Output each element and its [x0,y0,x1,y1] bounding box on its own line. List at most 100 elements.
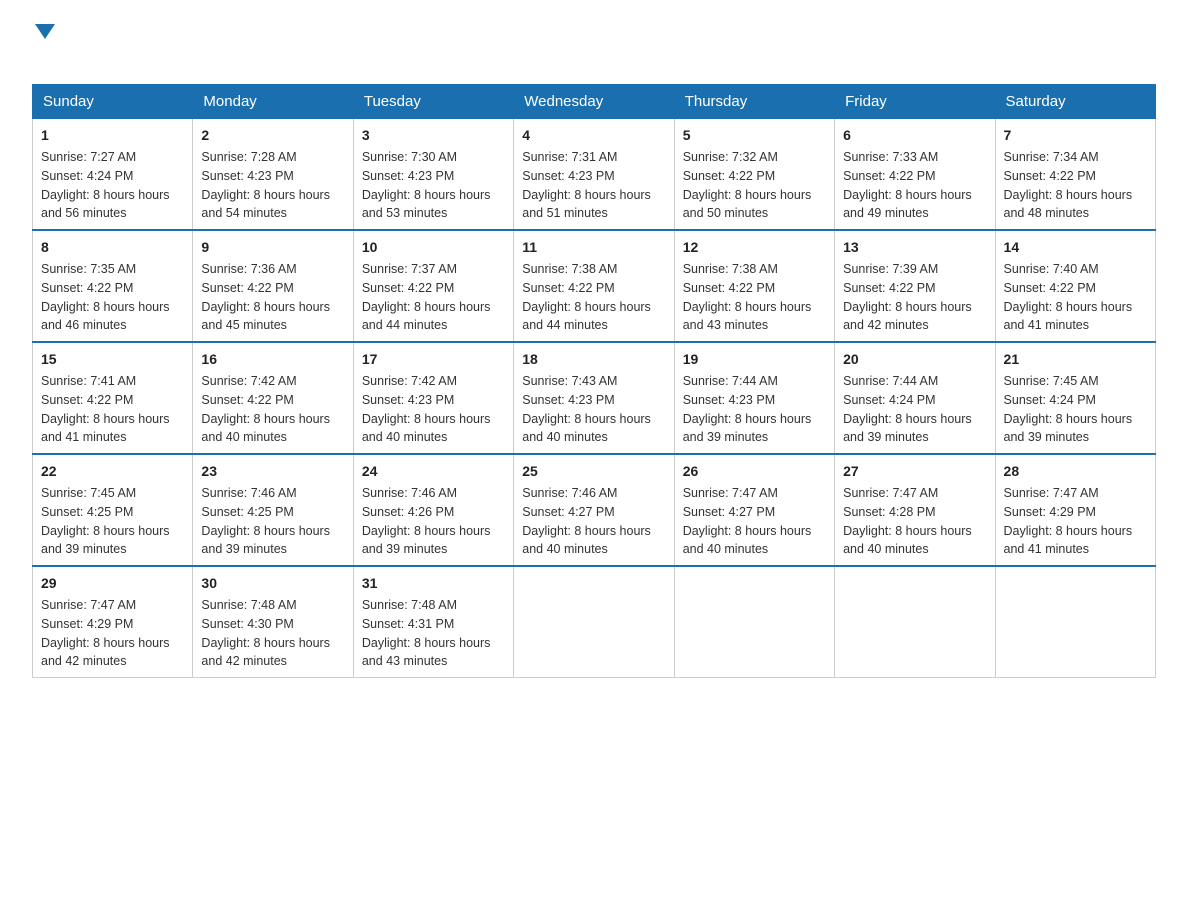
calendar-day-cell: 25Sunrise: 7:46 AMSunset: 4:27 PMDayligh… [514,454,674,566]
sunset-text: Sunset: 4:23 PM [522,393,614,407]
weekday-header-thursday: Thursday [674,85,834,119]
day-number: 8 [41,237,184,258]
sunrise-text: Sunrise: 7:37 AM [362,262,457,276]
sunset-text: Sunset: 4:22 PM [843,169,935,183]
sunrise-text: Sunrise: 7:41 AM [41,374,136,388]
page-header [32,24,1156,68]
weekday-header-friday: Friday [835,85,995,119]
day-number: 24 [362,461,505,482]
daylight-minutes-text: and 40 minutes [522,430,607,444]
day-number: 3 [362,125,505,146]
calendar-day-cell: 29Sunrise: 7:47 AMSunset: 4:29 PMDayligh… [33,566,193,678]
sunrise-text: Sunrise: 7:39 AM [843,262,938,276]
day-number: 15 [41,349,184,370]
sunset-text: Sunset: 4:22 PM [41,393,133,407]
day-number: 18 [522,349,665,370]
daylight-minutes-text: and 53 minutes [362,206,447,220]
daylight-minutes-text: and 56 minutes [41,206,126,220]
sunrise-text: Sunrise: 7:48 AM [362,598,457,612]
day-number: 25 [522,461,665,482]
empty-cell [995,566,1155,678]
sunrise-text: Sunrise: 7:47 AM [843,486,938,500]
logo [32,24,55,68]
daylight-text: Daylight: 8 hours hours [201,300,330,314]
calendar-day-cell: 24Sunrise: 7:46 AMSunset: 4:26 PMDayligh… [353,454,513,566]
calendar-day-cell: 21Sunrise: 7:45 AMSunset: 4:24 PMDayligh… [995,342,1155,454]
daylight-minutes-text: and 39 minutes [843,430,928,444]
sunrise-text: Sunrise: 7:47 AM [683,486,778,500]
day-number: 14 [1004,237,1147,258]
calendar-day-cell: 19Sunrise: 7:44 AMSunset: 4:23 PMDayligh… [674,342,834,454]
daylight-minutes-text: and 39 minutes [683,430,768,444]
daylight-text: Daylight: 8 hours hours [362,636,491,650]
daylight-text: Daylight: 8 hours hours [522,300,651,314]
sunset-text: Sunset: 4:24 PM [1004,393,1096,407]
calendar-day-cell: 18 Sunrise: 7:43 AM Sunset: 4:23 PM Dayligh… [514,342,674,454]
calendar-week-row: 29Sunrise: 7:47 AMSunset: 4:29 PMDayligh… [33,566,1156,678]
sunset-text: Sunset: 4:29 PM [41,617,133,631]
daylight-text: Daylight: 8 hours hours [522,412,651,426]
daylight-minutes-text: and 41 minutes [1004,542,1089,556]
sunrise-text: Sunrise: 7:38 AM [522,262,617,276]
day-number: 10 [362,237,505,258]
sunrise-text: Sunrise: 7:47 AM [1004,486,1099,500]
calendar-day-cell: 8Sunrise: 7:35 AMSunset: 4:22 PMDaylight… [33,230,193,342]
empty-cell [674,566,834,678]
sunrise-text: Sunrise: 7:47 AM [41,598,136,612]
daylight-text: Daylight: 8 hours hours [843,524,972,538]
daylight-minutes-text: and 45 minutes [201,318,286,332]
daylight-text: Daylight: 8 hours hours [41,412,170,426]
daylight-text: Daylight: 8 hours hours [41,524,170,538]
sunset-text: Sunset: 4:22 PM [362,281,454,295]
sunset-text: Sunset: 4:27 PM [683,505,775,519]
calendar-day-cell: 7Sunrise: 7:34 AMSunset: 4:22 PMDaylight… [995,119,1155,231]
day-number: 17 [362,349,505,370]
sunset-text: Sunset: 4:22 PM [843,281,935,295]
sunrise-text: Sunrise: 7:48 AM [201,598,296,612]
sunset-text: Sunset: 4:22 PM [683,281,775,295]
daylight-text: Daylight: 8 hours hours [362,412,491,426]
daylight-text: Daylight: 8 hours hours [683,300,812,314]
daylight-text: Daylight: 8 hours hours [362,188,491,202]
sunrise-text: Sunrise: 7:35 AM [41,262,136,276]
calendar-day-cell: 2Sunrise: 7:28 AMSunset: 4:23 PMDaylight… [193,119,353,231]
calendar-day-cell: 20Sunrise: 7:44 AMSunset: 4:24 PMDayligh… [835,342,995,454]
day-number: 13 [843,237,986,258]
daylight-minutes-text: and 51 minutes [522,206,607,220]
day-number: 9 [201,237,344,258]
daylight-minutes-text: and 40 minutes [683,542,768,556]
day-number: 20 [843,349,986,370]
weekday-header-tuesday: Tuesday [353,85,513,119]
daylight-text: Daylight: 8 hours hours [41,636,170,650]
calendar-day-cell: 23Sunrise: 7:46 AMSunset: 4:25 PMDayligh… [193,454,353,566]
calendar-week-row: 1Sunrise: 7:27 AMSunset: 4:24 PMDaylight… [33,119,1156,231]
weekday-header-row: SundayMondayTuesdayWednesdayThursdayFrid… [33,85,1156,119]
daylight-text: Daylight: 8 hours hours [843,412,972,426]
calendar-day-cell: 9Sunrise: 7:36 AMSunset: 4:22 PMDaylight… [193,230,353,342]
sunset-text: Sunset: 4:23 PM [683,393,775,407]
sunrise-text: Sunrise: 7:46 AM [201,486,296,500]
sunset-text: Sunset: 4:22 PM [41,281,133,295]
sunset-text: Sunset: 4:29 PM [1004,505,1096,519]
calendar-table: SundayMondayTuesdayWednesdayThursdayFrid… [32,84,1156,678]
calendar-day-cell: 27Sunrise: 7:47 AMSunset: 4:28 PMDayligh… [835,454,995,566]
calendar-day-cell: 30Sunrise: 7:48 AMSunset: 4:30 PMDayligh… [193,566,353,678]
daylight-minutes-text: and 42 minutes [843,318,928,332]
daylight-text: Daylight: 8 hours hours [362,524,491,538]
calendar-day-cell: 5Sunrise: 7:32 AMSunset: 4:22 PMDaylight… [674,119,834,231]
daylight-minutes-text: and 39 minutes [362,542,447,556]
sunset-text: Sunset: 4:24 PM [843,393,935,407]
sunset-text: Sunset: 4:22 PM [1004,281,1096,295]
daylight-text: Daylight: 8 hours hours [522,188,651,202]
daylight-minutes-text: and 43 minutes [362,654,447,668]
sunrise-text: Sunrise: 7:42 AM [201,374,296,388]
daylight-text: Daylight: 8 hours hours [1004,300,1133,314]
sunrise-text: Sunrise: 7:46 AM [522,486,617,500]
calendar-day-cell: 6Sunrise: 7:33 AMSunset: 4:22 PMDaylight… [835,119,995,231]
daylight-text: Daylight: 8 hours hours [843,300,972,314]
day-number: 28 [1004,461,1147,482]
sunrise-text: Sunrise: 7:43 AM [522,374,617,388]
calendar-day-cell: 3Sunrise: 7:30 AMSunset: 4:23 PMDaylight… [353,119,513,231]
sunrise-text: Sunrise: 7:46 AM [362,486,457,500]
sunset-text: Sunset: 4:28 PM [843,505,935,519]
